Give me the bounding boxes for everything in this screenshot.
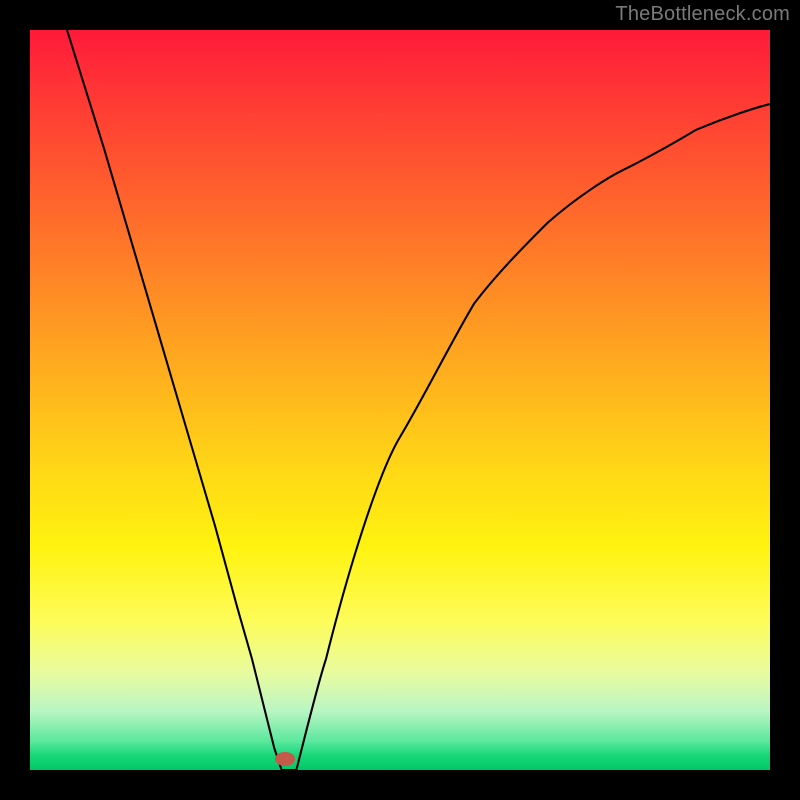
optimum-marker (275, 752, 295, 766)
curve-svg (30, 30, 770, 770)
bottleneck-curve (67, 30, 770, 770)
outer-frame: TheBottleneck.com (0, 0, 800, 800)
attribution-text: TheBottleneck.com (615, 3, 790, 26)
